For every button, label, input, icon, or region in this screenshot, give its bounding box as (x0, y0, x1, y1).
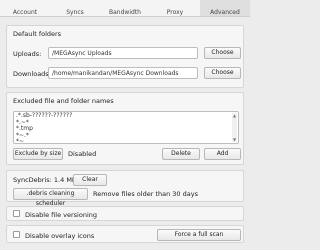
tab-label: Advanced (210, 9, 240, 16)
account-icon (20, 1, 30, 7)
excluded-names-panel: Excluded file and folder names .*.sb-???… (6, 92, 244, 165)
downloads-choose-button[interactable]: Choose (204, 67, 241, 79)
proxy-icon (170, 1, 180, 7)
downloads-label: Downloads: (13, 70, 51, 78)
full-scan-button[interactable]: Force a full scan (157, 229, 241, 241)
downloads-field[interactable]: /home/manikandan/MEGAsync Downloads (48, 67, 198, 79)
uploads-field[interactable]: /MEGAsync Uploads (48, 47, 198, 59)
tab-label: Syncs (66, 9, 84, 16)
sync-debris-size: SyncDebris: 1.4 MB (13, 176, 77, 184)
debris-scheduler-button[interactable]: .debris cleaning scheduler (13, 188, 88, 207)
scroll-up-icon[interactable]: ▲ (232, 113, 237, 118)
tab-proxy[interactable]: Proxy (150, 0, 200, 16)
uploads-choose-button[interactable]: Choose (204, 47, 241, 59)
tab-advanced[interactable]: Advanced (200, 0, 250, 16)
tab-account[interactable]: Account (0, 0, 50, 16)
disable-versioning-checkbox[interactable] (13, 210, 20, 217)
tab-label: Bandwidth (109, 9, 141, 16)
overlay-panel: Disable overlay icons Force a full scan (6, 225, 244, 243)
scroll-down-icon[interactable]: ▼ (232, 137, 237, 142)
bandwidth-icon (120, 1, 130, 7)
debris-panel: SyncDebris: 1.4 MB Clear .debris cleanin… (6, 170, 244, 207)
default-folders-panel: Default folders Uploads: /MEGAsync Uploa… (6, 25, 244, 88)
delete-button[interactable]: Delete (162, 148, 200, 160)
uploads-label: Uploads: (13, 50, 42, 58)
default-folders-title: Default folders (13, 30, 62, 38)
disable-overlay-checkbox[interactable] (13, 231, 20, 238)
tab-label: Proxy (166, 9, 184, 16)
exclude-by-size-button[interactable]: Exclude by size (13, 148, 63, 160)
disable-overlay-label: Disable overlay icons (25, 232, 95, 240)
add-button[interactable]: Add (204, 148, 241, 160)
settings-tabbar: Account Syncs Bandwidth Proxy Advanced (0, 0, 250, 17)
versioning-panel: Disable file versioning (6, 206, 244, 221)
disable-versioning-label: Disable file versioning (25, 211, 98, 219)
list-item[interactable]: *~ (14, 138, 238, 146)
excluded-names-title: Excluded file and folder names (13, 97, 114, 105)
excluded-names-list[interactable]: .*.sb-??????-?????? *.~* *.tmp *~.* *~ ▲… (13, 111, 239, 146)
tab-label: Account (12, 9, 38, 16)
tab-syncs[interactable]: Syncs (50, 0, 100, 16)
exclude-by-size-status: Disabled (68, 150, 97, 158)
clear-debris-button[interactable]: Clear (73, 174, 107, 186)
tab-bandwidth[interactable]: Bandwidth (100, 0, 150, 16)
list-scrollbar[interactable]: ▲ ▼ (232, 113, 237, 142)
advanced-icon (220, 1, 230, 7)
debris-scheduler-text: Remove files older than 30 days (93, 190, 198, 198)
syncs-icon (70, 1, 80, 7)
